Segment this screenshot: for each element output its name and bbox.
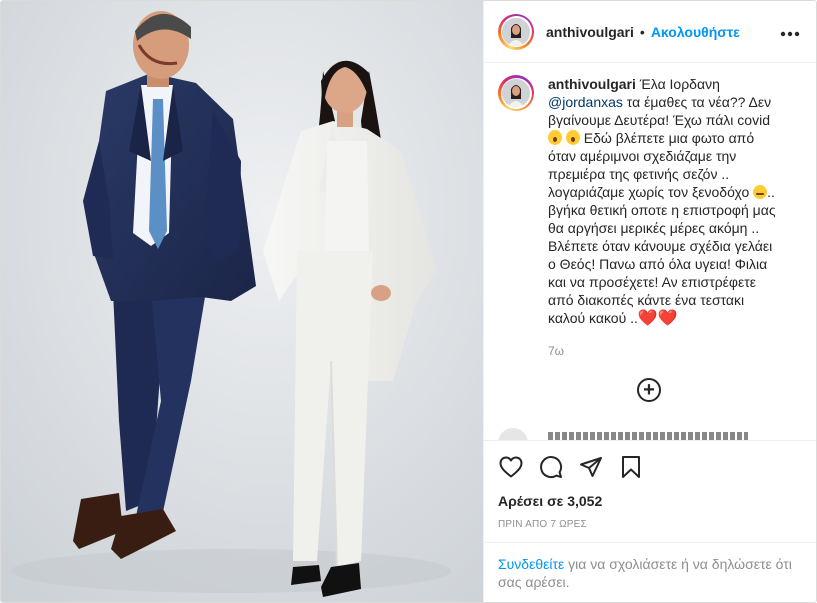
likes-count[interactable]: Αρέσει σε 3,052 [498,493,800,509]
instagram-post: anthivoulgari • Ακολουθήστε anthivoulgar… [0,0,817,603]
follow-button[interactable]: Ακολουθήστε [651,24,740,40]
posted-time: ΠΡΙΝ ΑΠΟ 7 ΩΡΕΣ [498,519,587,530]
post-side-panel: anthivoulgari • Ακολουθήστε anthivoulgar… [483,1,816,602]
action-bar [498,447,800,487]
post-photo[interactable] [1,1,483,602]
caption-mention[interactable]: @jordanxas [548,94,623,110]
avatar [502,17,530,46]
comment-avatar [498,428,528,440]
caption-text: .. βγήκα θετική οποτε η επιστροφή μας θα… [548,184,776,326]
scream-emoji-icon [565,130,580,145]
caption: anthivoulgari Έλα Ιορδανη @jordanxas τα … [498,75,800,360]
login-prompt: Συνδεθείτε για να σχολιάσετε ή να δηλώσε… [484,542,816,602]
header-separator: • [639,23,645,40]
comments-area: anthivoulgari Έλα Ιορδανη @jordanxas τα … [484,63,816,440]
caption-avatar [502,79,530,107]
actions-area: Αρέσει σε 3,052 ΠΡΙΝ ΑΠΟ 7 ΩΡΕΣ [484,440,816,542]
next-comment-peek [498,428,758,440]
header-username[interactable]: anthivoulgari [546,24,634,40]
more-options-icon[interactable] [780,21,800,42]
caption-body: anthivoulgari Έλα Ιορδανη @jordanxas τα … [548,75,778,360]
login-link[interactable]: Συνδεθείτε [498,556,564,572]
caption-username[interactable]: anthivoulgari [548,76,636,92]
caption-time: 7ω [548,344,565,358]
share-icon[interactable] [578,454,604,480]
post-photo-image [1,1,483,602]
heart-emoji-icon: ❤️❤️ [637,310,678,327]
caption-text: Έλα Ιορδανη [635,76,720,92]
bookmark-icon[interactable] [618,454,644,480]
comment-text-peek [548,432,748,440]
heart-icon[interactable] [498,454,524,480]
load-more-icon[interactable]: + [637,378,661,402]
scream-emoji-icon [548,130,562,145]
post-header: anthivoulgari • Ακολουθήστε [484,1,816,63]
caption-story-ring[interactable] [498,75,534,111]
load-more-comments: + [498,378,800,402]
grimace-emoji-icon [753,185,768,199]
story-ring[interactable] [498,13,534,50]
comment-icon[interactable] [538,454,564,480]
